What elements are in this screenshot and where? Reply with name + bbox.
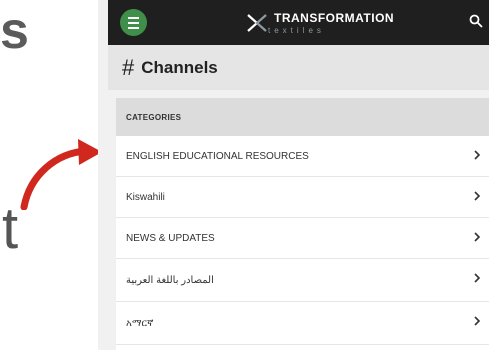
chevron-right-icon (474, 150, 481, 160)
chevron-right-icon (474, 232, 481, 242)
search-icon[interactable] (469, 14, 483, 28)
pointer-arrow-icon (20, 139, 102, 210)
logo-title: TRANSFORMATION (274, 10, 395, 25)
hamburger-icon[interactable] (120, 9, 147, 36)
list-item-label: Kiswahili (126, 191, 165, 203)
chevron-right-icon (474, 316, 481, 326)
phone-screen: TRANSFORMATION textiles # Channels CATEG… (98, 0, 489, 350)
list-item-label: ENGLISH EDUCATIONAL RESOURCES (126, 150, 309, 162)
chevron-right-icon (474, 191, 481, 201)
logo-mark-icon (247, 14, 267, 32)
hash-icon: # (122, 54, 135, 80)
chevron-right-icon (474, 273, 481, 283)
list-item-label: አማርኛ (126, 317, 154, 329)
list-item-english-resources[interactable]: ENGLISH EDUCATIONAL RESOURCES (116, 136, 489, 177)
list-item-kiswahili[interactable]: Kiswahili (116, 177, 489, 218)
list-item-label: NEWS & UPDATES (126, 232, 215, 244)
app-bar: TRANSFORMATION textiles (108, 0, 489, 45)
logo-subtitle: textiles (268, 25, 325, 35)
categories-panel: CATEGORIES ENGLISH EDUCATIONAL RESOURCES… (116, 98, 489, 350)
slide-text-fragment-top: s (0, 2, 29, 60)
categories-header: CATEGORIES (116, 98, 489, 136)
list-item-amharic[interactable]: አማርኛ (116, 302, 489, 345)
list-item-arabic-resources[interactable]: المصادر باللغة العربية (116, 259, 489, 302)
page-title: Channels (141, 57, 218, 77)
list-item-label: المصادر باللغة العربية (126, 274, 214, 286)
app-logo[interactable]: TRANSFORMATION textiles (246, 9, 394, 37)
page-title-bar: # Channels (108, 45, 489, 90)
list-item-news-updates[interactable]: NEWS & UPDATES (116, 218, 489, 259)
